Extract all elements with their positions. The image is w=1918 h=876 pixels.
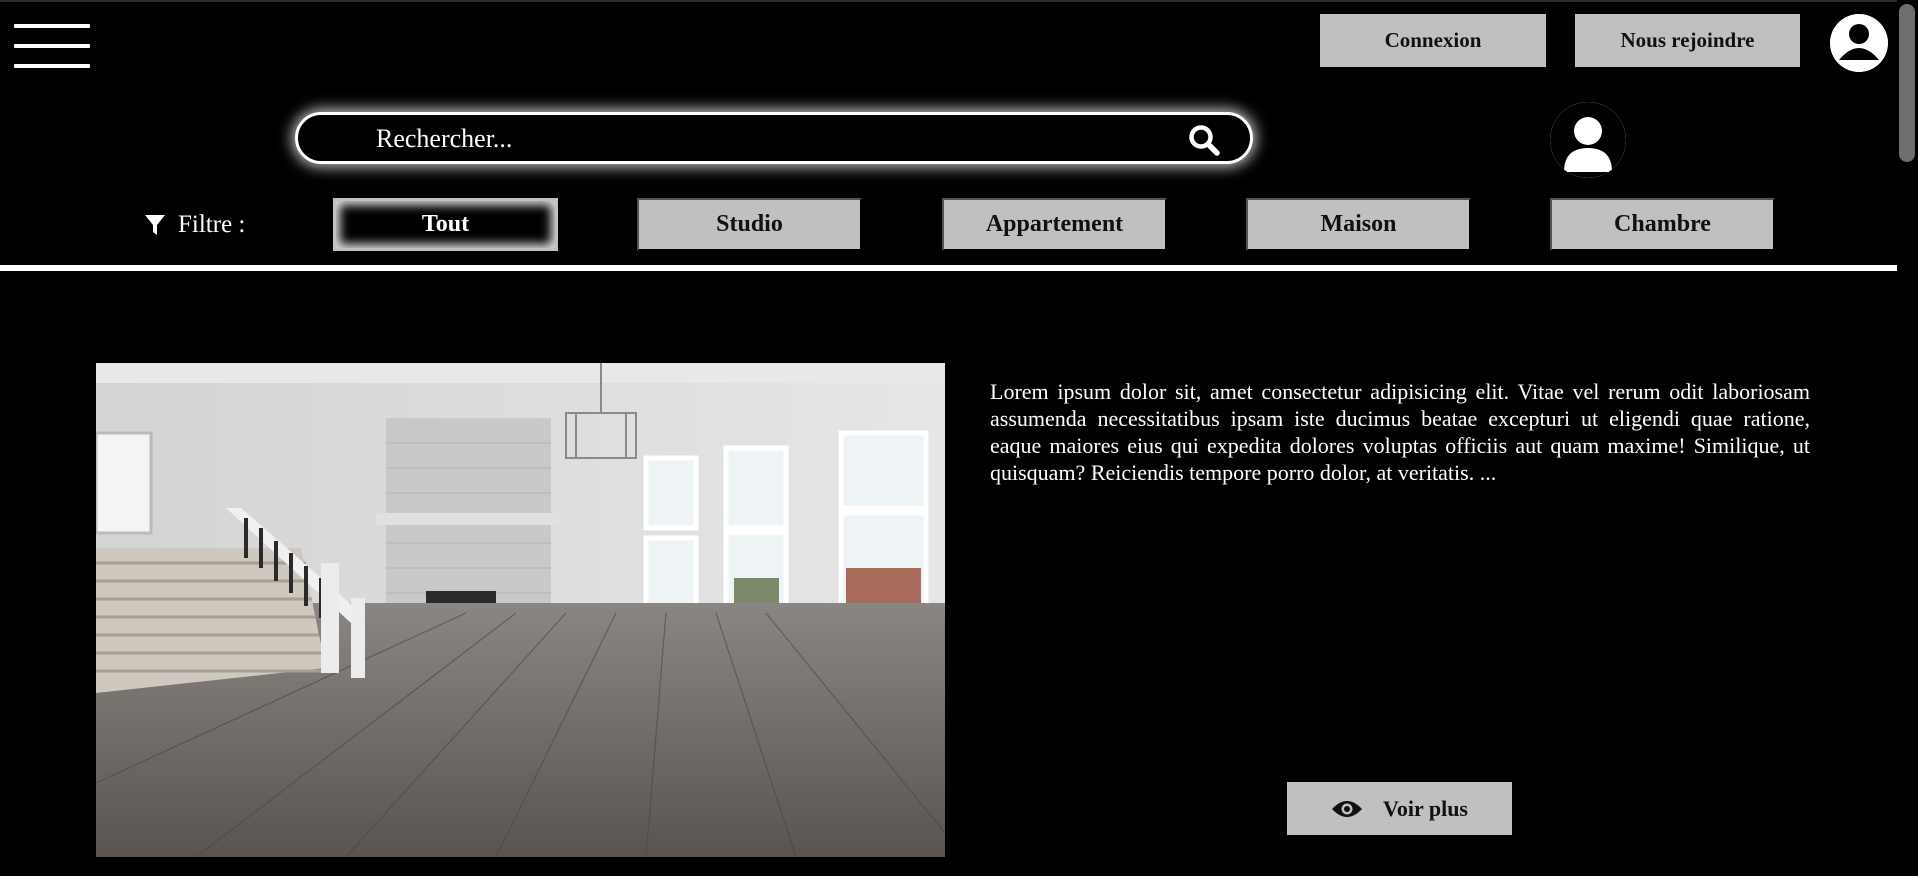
scrollbar-thumb[interactable] [1899,4,1915,162]
page: Connexion Nous rejoindre Filtr [0,0,1918,876]
filter-label: Filtre : [144,210,245,240]
login-button[interactable]: Connexion [1320,14,1546,67]
filter-label-text: Filtre : [178,211,246,238]
top-border [0,0,1918,2]
join-button[interactable]: Nous rejoindre [1575,14,1800,67]
search-input[interactable] [374,121,1138,157]
filter-chip-studio[interactable]: Studio [637,198,862,251]
listing-photo[interactable] [96,363,945,857]
filter-funnel-icon [145,215,165,235]
filter-chip-tout[interactable]: Tout [333,198,558,251]
eye-icon [1331,799,1363,819]
search-icon[interactable] [1186,122,1222,158]
hamburger-menu-icon[interactable] [14,24,90,72]
search-bar [295,112,1253,164]
filter-chip-appartement[interactable]: Appartement [942,198,1167,251]
user-avatar-icon[interactable] [1830,14,1888,72]
see-more-label: Voir plus [1383,795,1468,821]
see-more-button[interactable]: Voir plus [1287,782,1512,835]
filter-chip-chambre[interactable]: Chambre [1550,198,1775,251]
section-divider [0,265,1897,271]
filter-chip-maison[interactable]: Maison [1246,198,1471,251]
profile-avatar-icon[interactable] [1550,102,1626,178]
listing-description: Lorem ipsum dolor sit, amet consectetur … [990,379,1810,485]
